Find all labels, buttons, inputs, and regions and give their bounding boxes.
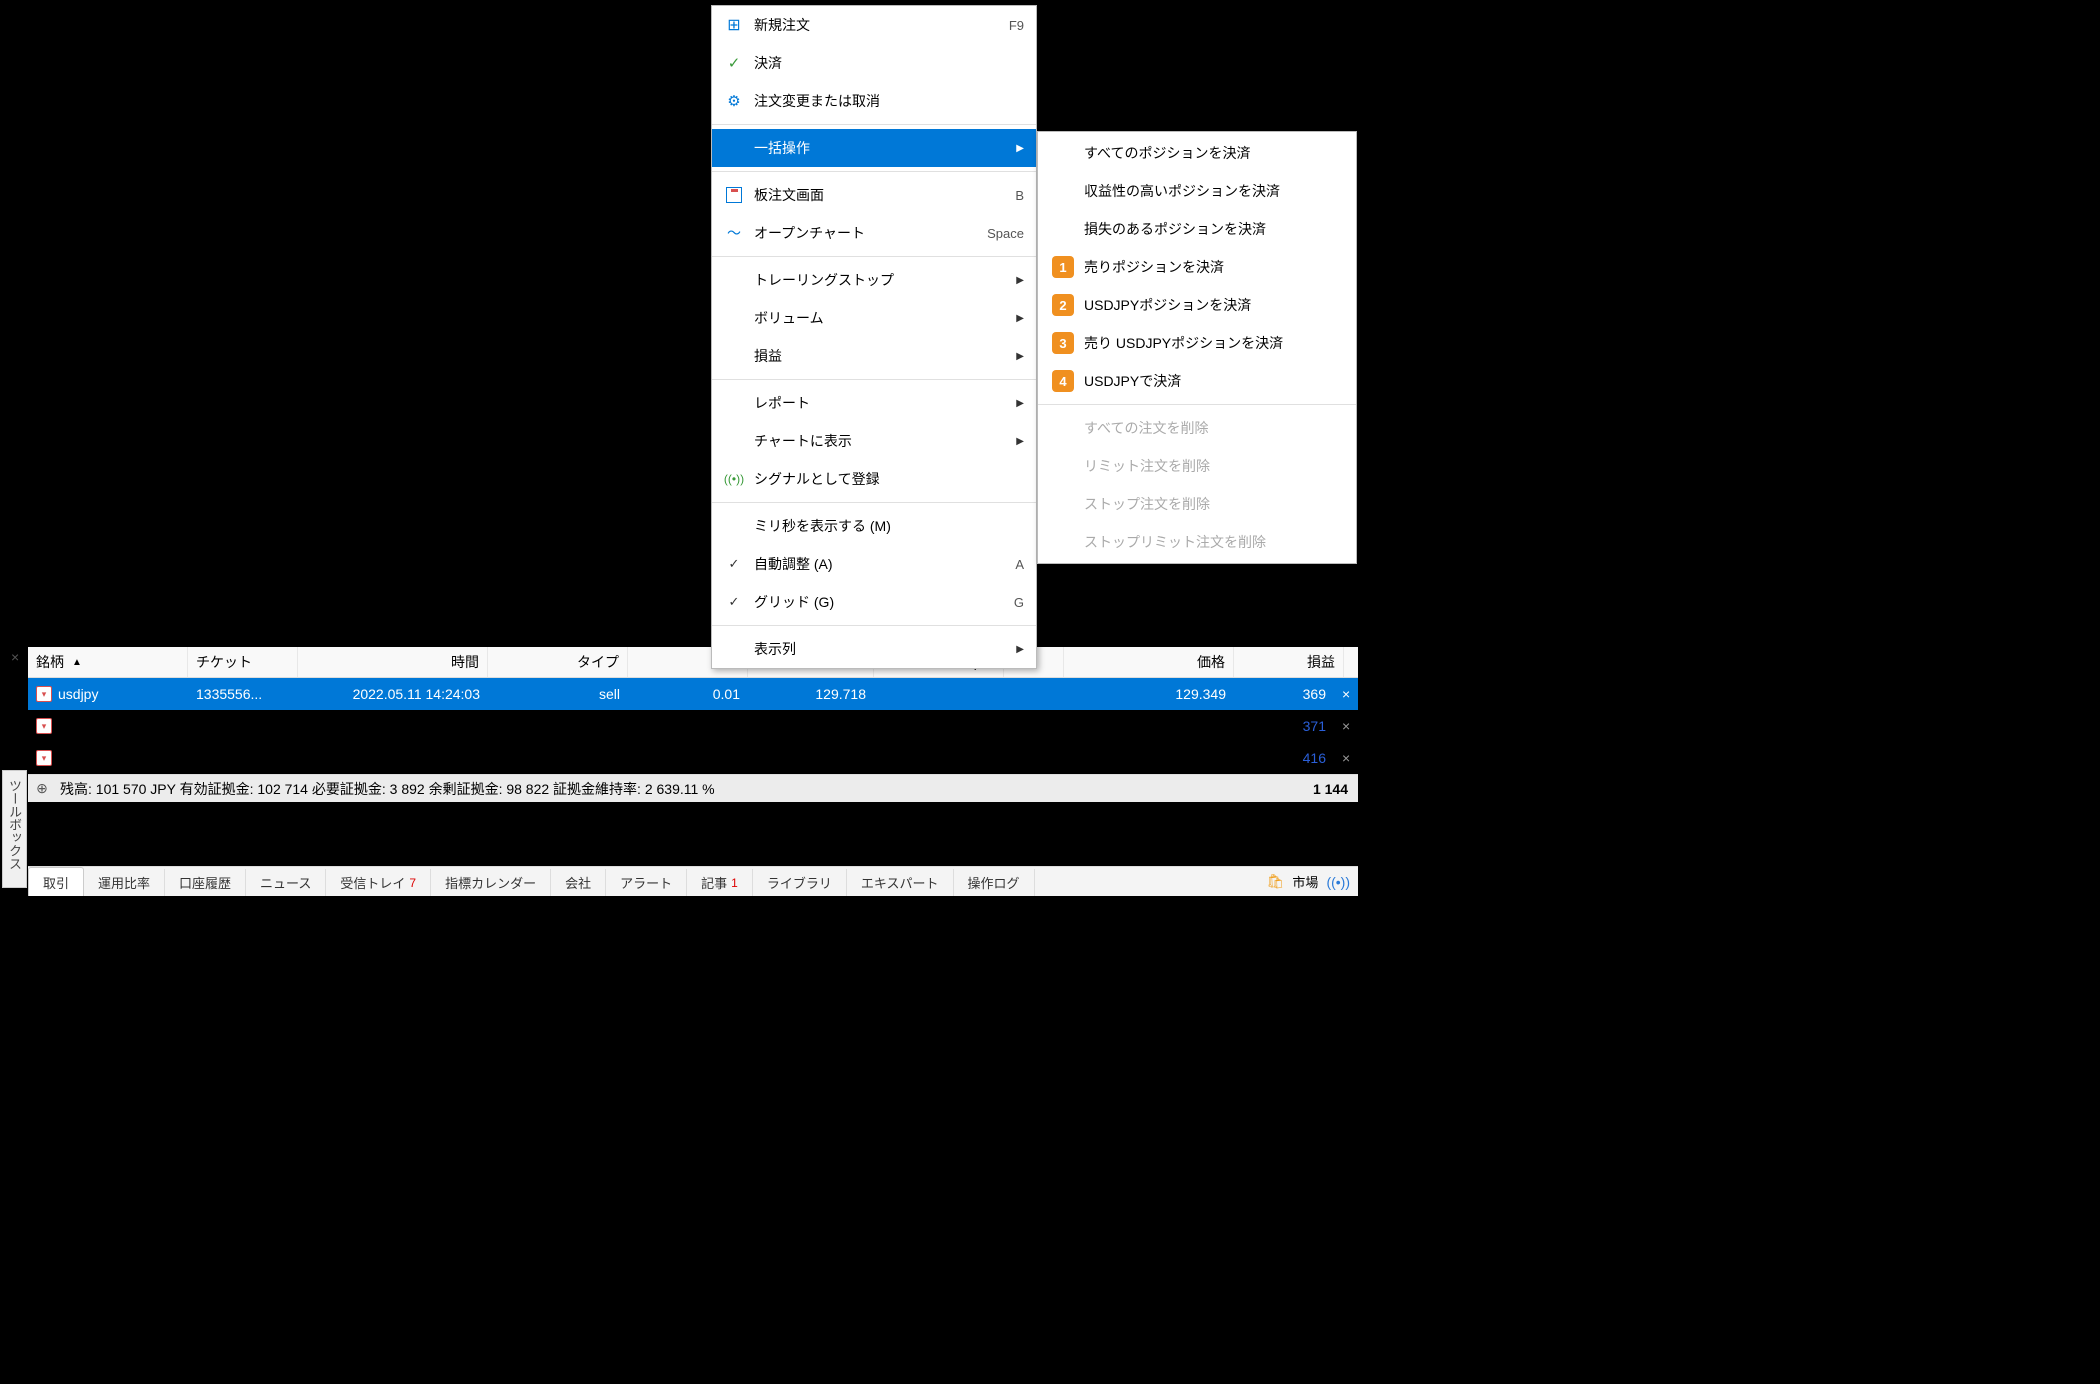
tab-mailbox[interactable]: 受信トレイ7: [326, 869, 431, 896]
market-icon[interactable]: 🛍: [1267, 873, 1285, 890]
sell-icon: ▾: [36, 718, 52, 734]
badge-count: 7: [409, 876, 416, 890]
chevron-right-icon: ▶: [1016, 398, 1024, 409]
summary-text: 残高: 101 570 JPY 有効証拠金: 102 714 必要証拠金: 3 …: [56, 779, 1228, 799]
tab-trade[interactable]: 取引: [28, 867, 84, 896]
checkmark-icon: ✓: [729, 594, 740, 610]
menu-new-order[interactable]: ⊞ 新規注文 F9: [712, 6, 1036, 44]
menu-columns[interactable]: 表示列 ▶: [712, 630, 1036, 668]
number-badge: 3: [1052, 332, 1074, 354]
sell-icon: ▾: [36, 686, 52, 702]
submenu-close-usdjpy[interactable]: 2USDJPYポジションを決済: [1038, 286, 1356, 324]
signal-icon: ((•)): [724, 472, 744, 486]
submenu-close-all[interactable]: すべてのポジションを決済: [1038, 134, 1356, 172]
close-position-icon[interactable]: ×: [1334, 710, 1352, 742]
submenu-delete-stop: ストップ注文を削除: [1038, 485, 1356, 523]
chevron-right-icon: ▶: [1016, 436, 1024, 447]
th-ticket[interactable]: チケット: [188, 647, 298, 677]
table-row[interactable]: ▾usdjpy 1335556... 2022.05.11 14:24:03 s…: [28, 678, 1358, 710]
menu-report[interactable]: レポート ▶: [712, 384, 1036, 422]
close-position-icon[interactable]: ×: [1334, 742, 1352, 774]
chevron-right-icon: ▶: [1016, 143, 1024, 154]
market-label[interactable]: 市場: [1292, 872, 1318, 891]
tab-articles[interactable]: 記事1: [687, 869, 753, 896]
tab-company[interactable]: 会社: [551, 869, 606, 896]
expand-icon[interactable]: ⊕: [28, 780, 56, 797]
tab-journal[interactable]: 操作ログ: [954, 869, 1035, 896]
toolbox-sidebar-label[interactable]: ツールボックス: [2, 770, 27, 888]
signals-icon[interactable]: ((•)): [1326, 874, 1350, 890]
tab-library[interactable]: ライブラリ: [753, 869, 847, 896]
tab-history[interactable]: 口座履歴: [165, 869, 246, 896]
context-menu: ⊞ 新規注文 F9 ✓ 決済 ⚙ 注文変更または取消 一括操作 ▶ 板注文画面 …: [711, 5, 1037, 669]
sell-icon: ▾: [36, 750, 52, 766]
summary-total: 1 144: [1228, 781, 1358, 797]
menu-show-ms[interactable]: ミリ秒を表示する (M): [712, 507, 1036, 545]
chevron-right-icon: ▶: [1016, 313, 1024, 324]
submenu-delete-limit: リミット注文を削除: [1038, 447, 1356, 485]
table-row[interactable]: ▾usdjpy 1335562... 2022.05.11 14:40:50 s…: [28, 742, 1358, 774]
menu-close[interactable]: ✓ 決済: [712, 44, 1036, 82]
th-type[interactable]: タイプ: [488, 647, 628, 677]
tab-alerts[interactable]: アラート: [606, 869, 687, 896]
checkmark-icon: ✓: [729, 556, 740, 572]
badge-count: 1: [731, 876, 738, 890]
dom-icon: [726, 187, 742, 203]
sort-asc-icon: ▲: [72, 657, 82, 668]
tab-experts[interactable]: エキスパート: [847, 869, 954, 896]
menu-auto-arrange[interactable]: ✓ 自動調整 (A) A: [712, 545, 1036, 583]
menu-dom[interactable]: 板注文画面 B: [712, 176, 1036, 214]
menu-trailing-stop[interactable]: トレーリングストップ ▶: [712, 261, 1036, 299]
menu-grid[interactable]: ✓ グリッド (G) G: [712, 583, 1036, 621]
menu-open-chart[interactable]: 〜 オープンチャート Space: [712, 214, 1036, 252]
table-row[interactable]: ▾usdjpy 1335556... 2022.05.11 14:24:07 s…: [28, 710, 1358, 742]
menu-separator: [712, 379, 1036, 380]
th-time[interactable]: 時間: [298, 647, 488, 677]
menu-modify[interactable]: ⚙ 注文変更または取消: [712, 82, 1036, 120]
toolbox-tabs: 取引 運用比率 口座履歴 ニュース 受信トレイ7 指標カレンダー 会社 アラート…: [28, 866, 1358, 896]
panel-close-icon[interactable]: ×: [11, 649, 19, 665]
bulk-submenu: すべてのポジションを決済 収益性の高いポジションを決済 損失のあるポジションを決…: [1037, 131, 1357, 564]
chart-icon: 〜: [727, 223, 741, 243]
chevron-right-icon: ▶: [1016, 644, 1024, 655]
menu-separator: [712, 502, 1036, 503]
menu-separator: [712, 625, 1036, 626]
menu-show-on-chart[interactable]: チャートに表示 ▶: [712, 422, 1036, 460]
submenu-close-sell-usdjpy[interactable]: 3売り USDJPYポジションを決済: [1038, 324, 1356, 362]
plus-icon: ⊞: [727, 15, 740, 35]
submenu-close-losing[interactable]: 損失のあるポジションを決済: [1038, 210, 1356, 248]
chevron-right-icon: ▶: [1016, 275, 1024, 286]
submenu-delete-stoplimit: ストップリミット注文を削除: [1038, 523, 1356, 561]
table-header-row: 銘柄▲ チケット 時間 タイプ 数量 価格 決済逆指値(T... 価格 損益: [28, 647, 1358, 678]
menu-pl[interactable]: 損益 ▶: [712, 337, 1036, 375]
submenu-close-sell[interactable]: 1売りポジションを決済: [1038, 248, 1356, 286]
check-icon: ✓: [728, 54, 741, 72]
submenu-close-profitable[interactable]: 収益性の高いポジションを決済: [1038, 172, 1356, 210]
menu-register-signal[interactable]: ((•)) シグナルとして登録: [712, 460, 1036, 498]
submenu-delete-all-orders: すべての注文を削除: [1038, 409, 1356, 447]
tab-exposure[interactable]: 運用比率: [84, 869, 165, 896]
submenu-close-by-usdjpy[interactable]: 4USDJPYで決済: [1038, 362, 1356, 400]
number-badge: 4: [1052, 370, 1074, 392]
menu-bulk-operations[interactable]: 一括操作 ▶: [712, 129, 1036, 167]
chevron-right-icon: ▶: [1016, 351, 1024, 362]
number-badge: 2: [1052, 294, 1074, 316]
menu-separator: [712, 256, 1036, 257]
menu-volume[interactable]: ボリューム ▶: [712, 299, 1036, 337]
tab-calendar[interactable]: 指標カレンダー: [431, 869, 551, 896]
th-price2[interactable]: 価格: [1064, 647, 1234, 677]
th-pl[interactable]: 損益: [1234, 647, 1344, 677]
tab-news[interactable]: ニュース: [246, 869, 326, 896]
summary-row: ⊕ 残高: 101 570 JPY 有効証拠金: 102 714 必要証拠金: …: [28, 774, 1358, 802]
number-badge: 1: [1052, 256, 1074, 278]
menu-separator: [712, 124, 1036, 125]
menu-separator: [1038, 404, 1356, 405]
close-position-icon[interactable]: ×: [1334, 678, 1352, 710]
positions-table: 銘柄▲ チケット 時間 タイプ 数量 価格 決済逆指値(T... 価格 損益 ▾…: [28, 647, 1358, 802]
gear-icon: ⚙: [727, 92, 740, 110]
th-symbol[interactable]: 銘柄▲: [28, 647, 188, 677]
menu-separator: [712, 171, 1036, 172]
